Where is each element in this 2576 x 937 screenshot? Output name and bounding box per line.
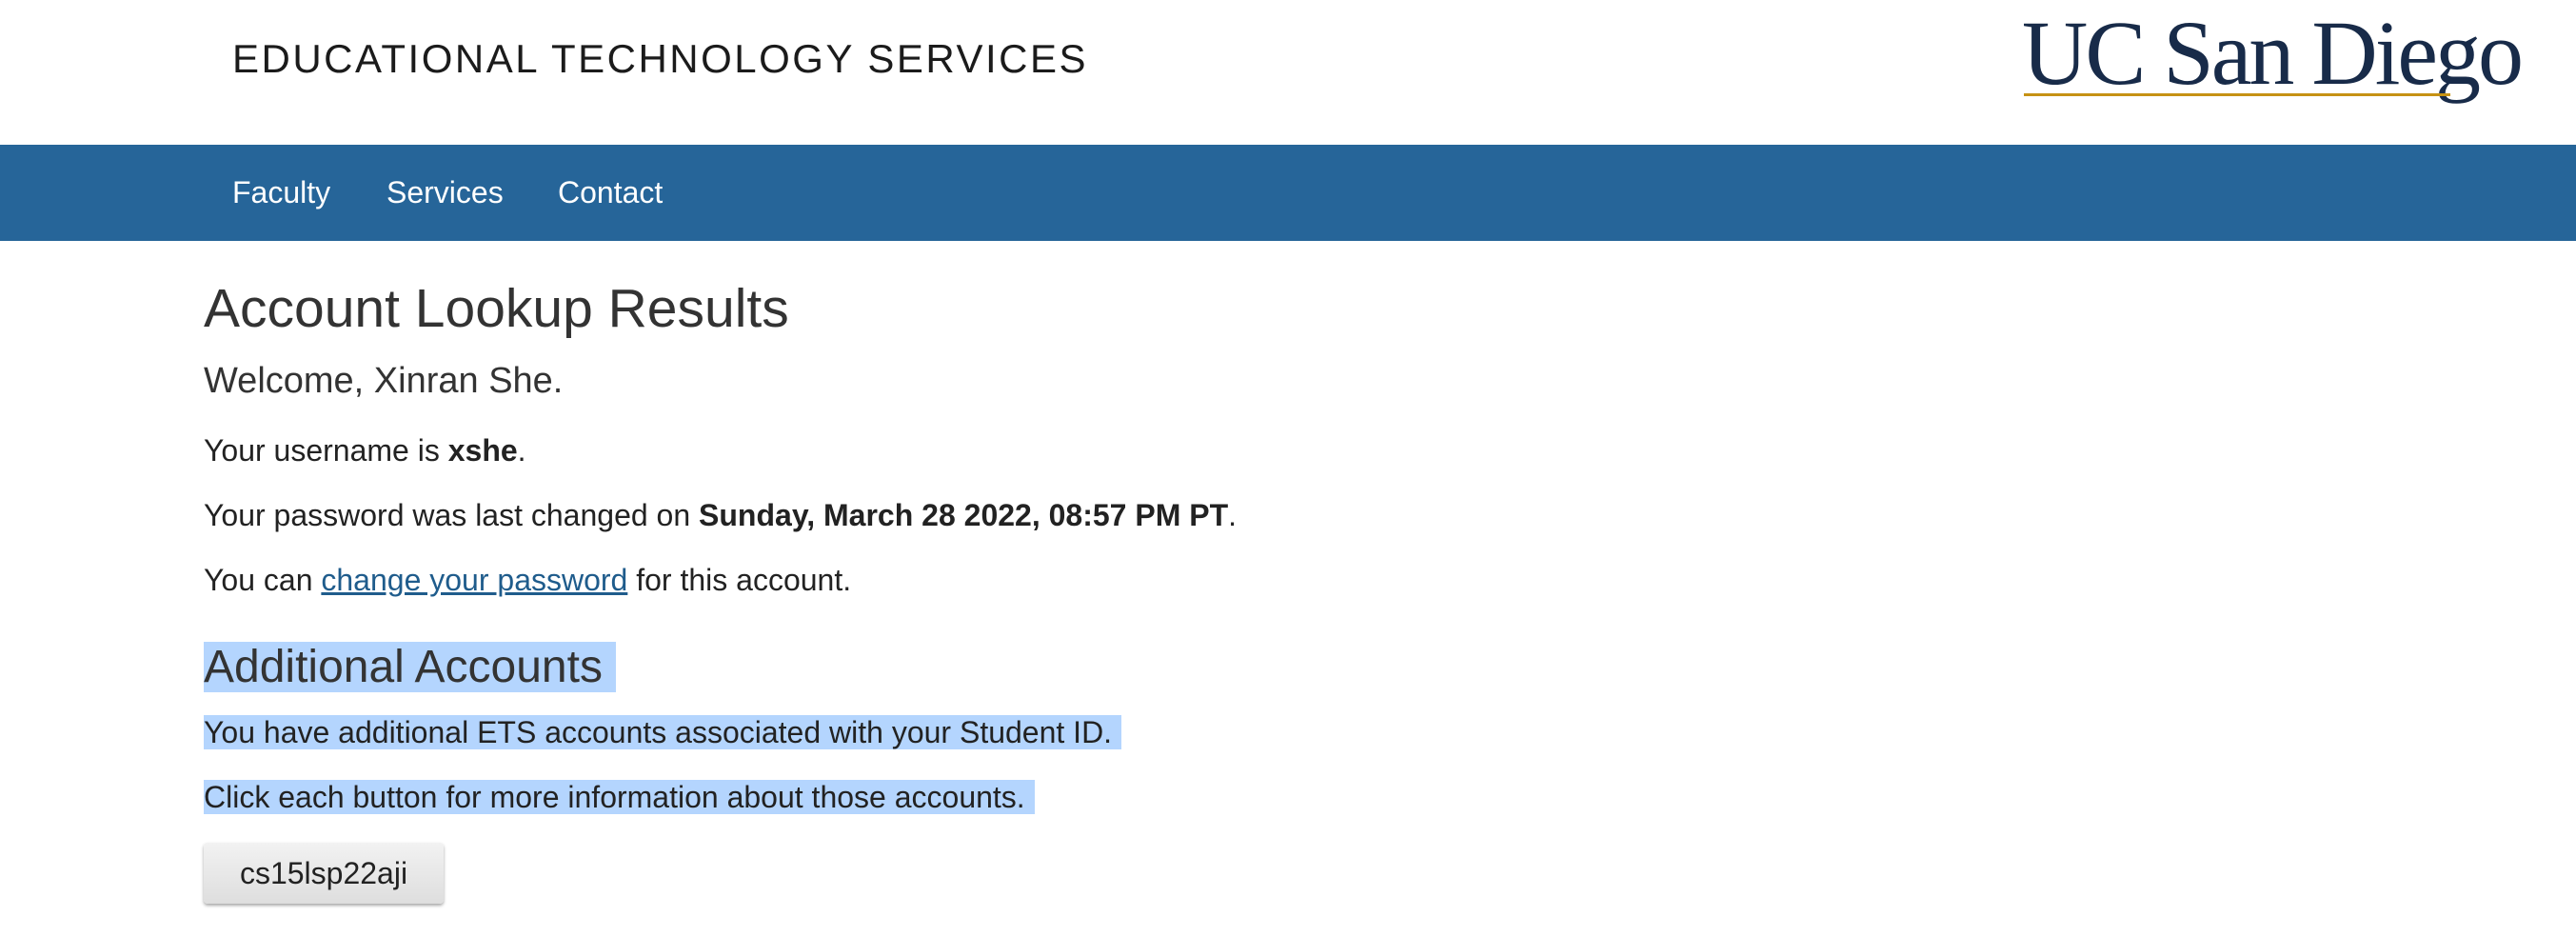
logo-underline bbox=[2024, 93, 2450, 96]
nav-item-faculty[interactable]: Faculty bbox=[232, 145, 330, 241]
site-header: EDUCATIONAL TECHNOLOGY SERVICES UC San D… bbox=[0, 0, 2576, 145]
main-nav: Faculty Services Contact bbox=[0, 145, 2576, 241]
additional-accounts-heading: Additional Accounts bbox=[204, 639, 616, 696]
password-changed-line: Your password was last changed on Sunday… bbox=[204, 494, 1237, 536]
additional-accounts-title: Additional Accounts bbox=[204, 642, 616, 692]
nav-item-contact[interactable]: Contact bbox=[558, 145, 663, 241]
username-suffix: . bbox=[517, 433, 526, 468]
password-changed-date: Sunday, March 28 2022, 08:57 PM PT bbox=[699, 498, 1229, 532]
password-suffix: . bbox=[1228, 498, 1238, 532]
additional-info-line-2: Click each button for more information a… bbox=[204, 776, 1035, 818]
change-prefix: You can bbox=[204, 563, 322, 597]
ucsd-logo[interactable]: UC San Diego bbox=[2022, 2, 2524, 104]
account-button-cs15lsp22aji[interactable]: cs15lsp22aji bbox=[204, 843, 444, 904]
additional-line-2-text: Click each button for more information a… bbox=[204, 780, 1035, 814]
org-title[interactable]: EDUCATIONAL TECHNOLOGY SERVICES bbox=[232, 34, 1088, 84]
page-title: Account Lookup Results bbox=[204, 278, 789, 339]
username-prefix: Your username is bbox=[204, 433, 448, 468]
logo-wordmark: UC San Diego bbox=[2022, 2, 2524, 104]
additional-info-line-1: You have additional ETS accounts associa… bbox=[204, 711, 1122, 753]
welcome-message: Welcome, Xinran She. bbox=[204, 361, 564, 401]
change-password-link[interactable]: change your password bbox=[321, 563, 627, 597]
password-prefix: Your password was last changed on bbox=[204, 498, 700, 532]
additional-line-1-text: You have additional ETS accounts associa… bbox=[204, 715, 1122, 749]
change-suffix: for this account. bbox=[627, 563, 852, 597]
username-line: Your username is xshe. bbox=[204, 429, 526, 471]
change-password-line: You can change your password for this ac… bbox=[204, 559, 851, 601]
nav-item-services[interactable]: Services bbox=[386, 145, 504, 241]
username-value: xshe bbox=[447, 433, 518, 468]
